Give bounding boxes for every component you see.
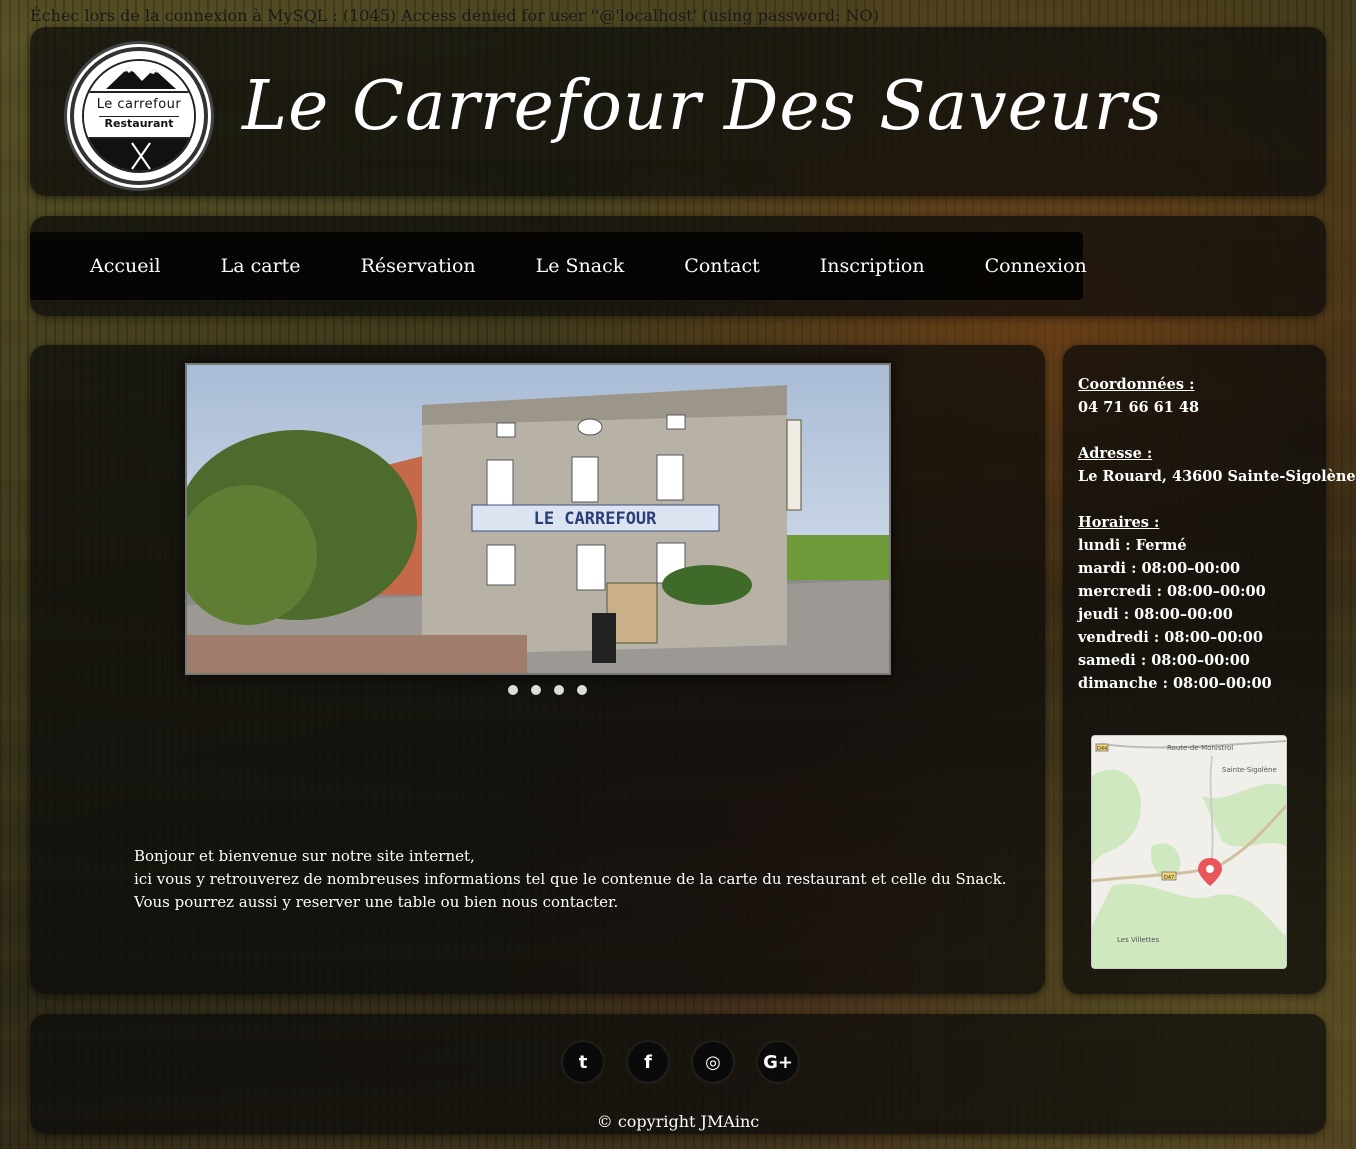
hours-thursday: jeudi : 08:00–00:00 (1078, 606, 1233, 623)
map-label-town: Sainte-Sigolène (1222, 766, 1277, 774)
nav-item-reservation[interactable]: Réservation (361, 255, 476, 277)
map-label-villettes: Les Villettes (1117, 936, 1160, 944)
google-plus-icon[interactable]: G+ (758, 1042, 798, 1082)
site-header: Le carrefour Restaurant Le Carrefour Des… (30, 27, 1326, 196)
hours-saturday: samedi : 08:00–00:00 (1078, 652, 1250, 669)
nav-item-connexion[interactable]: Connexion (985, 255, 1087, 277)
copyright-text: © copyright JMAinc (596, 1112, 760, 1131)
site-footer: t f ◎ G+ © copyright JMAinc (30, 1014, 1326, 1134)
slider-dot-1[interactable] (485, 685, 495, 695)
welcome-line-2: ici vous y retrouverez de nombreuses inf… (134, 870, 1007, 888)
slider-dot-5[interactable] (577, 685, 587, 695)
slider-dots (485, 685, 587, 695)
welcome-line-3: Vous pourrez aussi y reserver une table … (134, 893, 619, 911)
nav-item-le-snack[interactable]: Le Snack (536, 255, 625, 277)
logo-subtitle: Restaurant (98, 116, 180, 130)
cutlery-icon (84, 139, 194, 171)
main-navigation: Accueil La carte Réservation Le Snack Co… (30, 232, 1087, 300)
logo-name: Le carrefour (96, 97, 182, 112)
slider-dot-2[interactable] (508, 685, 518, 695)
hours-wednesday: mercredi : 08:00–00:00 (1078, 583, 1266, 600)
restaurant-sign-text: LE CARREFOUR (534, 509, 658, 529)
address-text: Le Rouard, 43600 Sainte-Sigolène (1078, 468, 1356, 485)
site-title: Le Carrefour Des Saveurs (242, 67, 1164, 146)
restaurant-logo[interactable]: Le carrefour Restaurant (70, 47, 208, 185)
social-links: t f ◎ G+ (563, 1042, 798, 1082)
location-map[interactable]: Route-de-Monistrol Sainte-Sigolène Les V… (1091, 735, 1287, 969)
facebook-icon[interactable]: f (628, 1042, 668, 1082)
image-slider[interactable]: LE CARREFOUR (185, 363, 891, 675)
nav-item-inscription[interactable]: Inscription (820, 255, 925, 277)
instagram-icon[interactable]: ◎ (693, 1042, 733, 1082)
logo-band: Le carrefour Restaurant (84, 91, 194, 139)
mountain-icon (84, 61, 194, 89)
twitter-icon[interactable]: t (563, 1042, 603, 1082)
info-sidebar: Coordonnées : 04 71 66 61 48 Adresse : L… (1063, 345, 1356, 994)
hours-heading: Horaires : (1078, 514, 1160, 531)
logo-badge: Le carrefour Restaurant (82, 59, 196, 173)
mysql-error-message: Échec lors de la connexion à MySQL : (10… (30, 6, 879, 25)
hours-friday: vendredi : 08:00–00:00 (1078, 629, 1263, 646)
coords-heading: Coordonnées : (1078, 376, 1195, 393)
restaurant-photo: LE CARREFOUR (187, 365, 889, 673)
map-road-badge-d47: D47 (1164, 875, 1174, 881)
main-content: LE CARREFOUR Bonjour et bienvenue sur no… (30, 345, 1045, 994)
hours-monday: lundi : Fermé (1078, 537, 1187, 554)
hours-tuesday: mardi : 08:00–00:00 (1078, 560, 1241, 577)
nav-item-la-carte[interactable]: La carte (221, 255, 301, 277)
contact-info: Coordonnées : 04 71 66 61 48 Adresse : L… (1078, 373, 1356, 695)
welcome-line-1: Bonjour et bienvenue sur notre site inte… (134, 847, 475, 865)
slider-dot-4[interactable] (554, 685, 564, 695)
nav-item-accueil[interactable]: Accueil (90, 255, 161, 277)
map-road-badge-d44: D44 (1097, 746, 1107, 752)
hours-sunday: dimanche : 08:00–00:00 (1078, 675, 1272, 692)
welcome-text: Bonjour et bienvenue sur notre site inte… (134, 845, 1007, 914)
nav-item-contact[interactable]: Contact (684, 255, 759, 277)
slider-dot-3[interactable] (531, 685, 541, 695)
phone-number: 04 71 66 61 48 (1078, 399, 1200, 416)
navigation-panel: Accueil La carte Réservation Le Snack Co… (30, 216, 1326, 316)
address-heading: Adresse : (1078, 445, 1153, 462)
map-label-route: Route-de-Monistrol (1167, 744, 1233, 752)
